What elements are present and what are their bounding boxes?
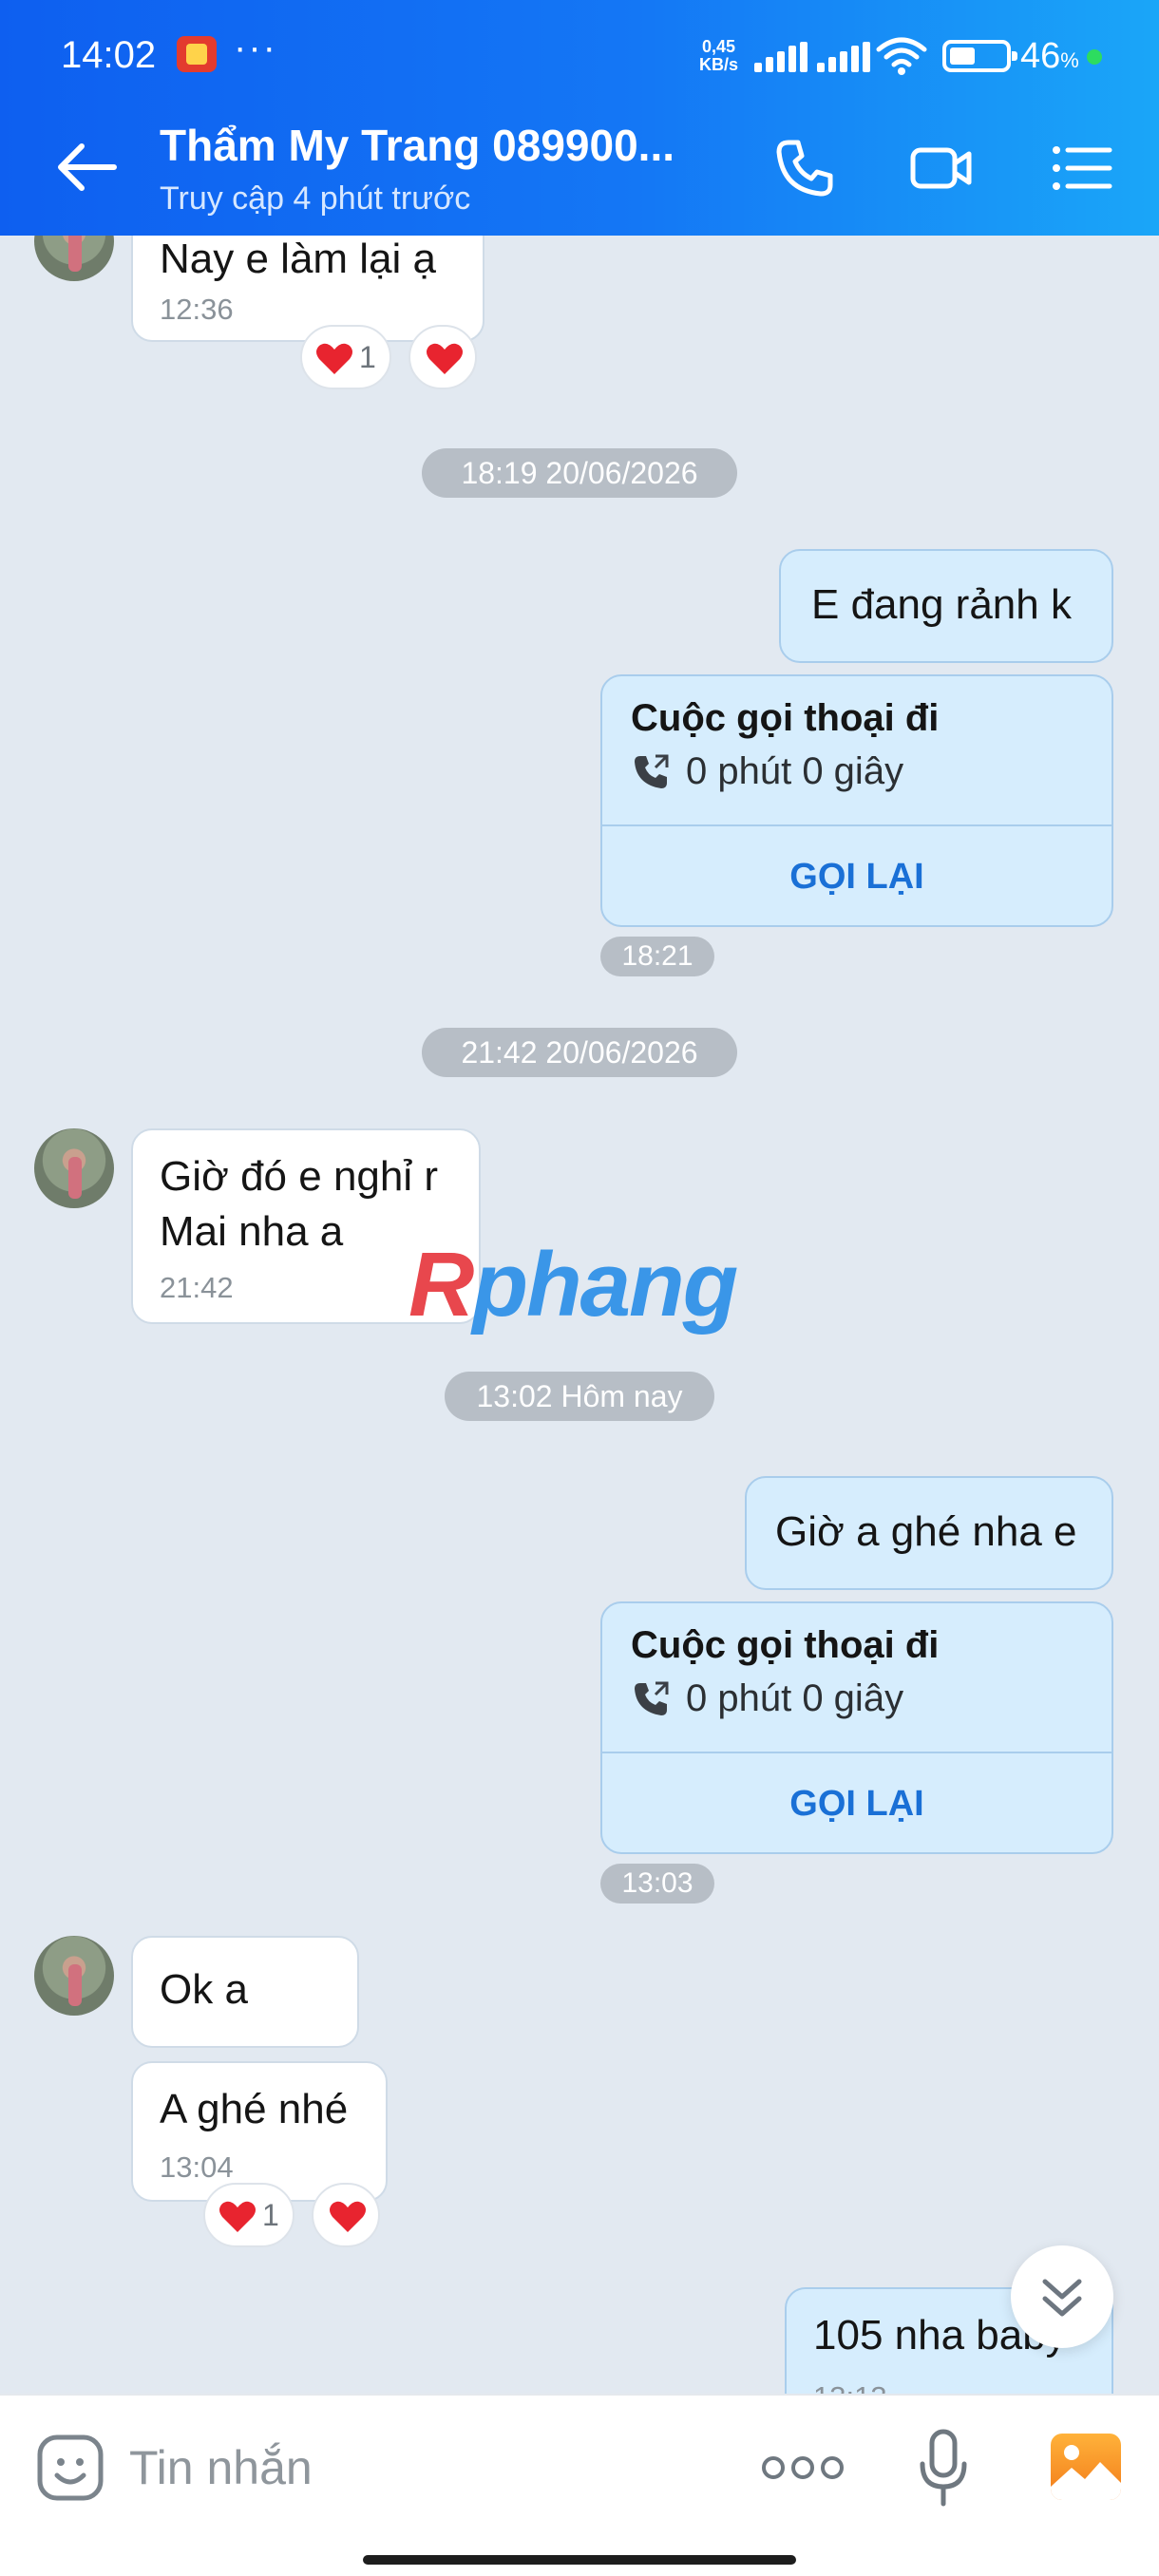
message-time-pill: 18:21 (600, 937, 714, 976)
video-camera-icon[interactable] (908, 135, 975, 201)
emoji-icon[interactable] (36, 2434, 104, 2502)
wifi-icon (876, 37, 927, 75)
battery-icon (942, 40, 1017, 72)
message-time: 21:42 (160, 1271, 234, 1304)
network-speed-value: 0,45 (701, 37, 736, 56)
redial-button[interactable]: GỌI LẠI (602, 1753, 1112, 1852)
battery-fill (950, 47, 975, 65)
avatar[interactable] (34, 236, 114, 281)
message-input[interactable] (129, 2424, 718, 2511)
watermark-logo: Rphang (408, 1234, 738, 1335)
back-arrow-icon[interactable] (53, 137, 120, 198)
status-bar: 14:02 ··· 0,45 KB/s 46% (0, 0, 1159, 99)
message-text: Giờ đó e nghỉ r (160, 1153, 439, 1200)
message-bubble-outgoing[interactable]: E đang rảnh k (779, 549, 1113, 663)
privacy-dot-icon (1087, 49, 1102, 65)
add-reaction-button[interactable] (408, 325, 477, 389)
last-seen-status: Truy cập 4 phút trước (160, 180, 471, 217)
message-time-pill: 13:03 (600, 1864, 714, 1904)
date-separator: 21:42 20/06/2026 (422, 1028, 737, 1077)
avatar[interactable] (34, 1936, 114, 2016)
microphone-icon[interactable] (918, 2428, 969, 2508)
signal-icon-2 (817, 42, 870, 72)
date-separator: 13:02 Hôm nay (445, 1372, 714, 1421)
message-input-bar (0, 2394, 1159, 2576)
call-duration: 0 phút 0 giây (686, 750, 904, 792)
redial-button[interactable]: GỌI LẠI (602, 826, 1112, 925)
reaction-badge[interactable]: 1 (203, 2183, 294, 2247)
message-text: Nay e làm lại ạ (160, 236, 437, 282)
chat-header: Thẩm My Trang 089900... Truy cập 4 phút … (0, 99, 1159, 236)
outgoing-call-icon (635, 1681, 669, 1715)
date-separator: 18:19 20/06/2026 (422, 448, 737, 498)
avatar[interactable] (34, 1128, 114, 1208)
app-notification-icon (177, 36, 217, 72)
add-reaction-button[interactable] (312, 2183, 380, 2247)
battery-percent: 46% (1020, 36, 1079, 76)
message-text: Giờ a ghé nha e (775, 1508, 1077, 1555)
heart-icon (219, 2201, 256, 2232)
double-chevron-down-icon (1042, 2279, 1082, 2317)
contact-name[interactable]: Thẩm My Trang 089900... (160, 120, 674, 171)
outgoing-call-icon (635, 754, 669, 788)
call-duration: 0 phút 0 giây (686, 1677, 904, 1719)
image-gallery-icon[interactable] (1051, 2434, 1121, 2500)
list-menu-icon[interactable] (1049, 135, 1115, 201)
message-time: 12:36 (160, 293, 234, 326)
call-card: Cuộc gọi thoại đi 0 phút 0 giây GỌI LẠI (600, 674, 1113, 927)
message-bubble-outgoing[interactable]: Giờ a ghé nha e (745, 1476, 1113, 1590)
top-bar: 14:02 ··· 0,45 KB/s 46% Thẩm My Trang 08… (0, 0, 1159, 236)
scroll-to-bottom-button[interactable] (1011, 2245, 1113, 2348)
call-title: Cuộc gọi thoại đi (631, 1624, 940, 1666)
signal-icon (754, 42, 808, 72)
chat-area[interactable]: Nay e làm lại ạ 12:36 1 18:19 20/06/2026… (0, 236, 1159, 2394)
reaction-badge[interactable]: 1 (300, 325, 391, 389)
heart-icon (427, 343, 463, 374)
call-title: Cuộc gọi thoại đi (631, 697, 940, 739)
image-gallery-graphic (1051, 2445, 1121, 2500)
phone-icon[interactable] (771, 135, 838, 201)
more-options-icon[interactable] (760, 2451, 846, 2485)
message-bubble-incoming[interactable]: A ghé nhé 13:04 (131, 2061, 388, 2202)
message-text: E đang rảnh k (811, 581, 1072, 628)
message-text: Mai nha a (160, 1208, 344, 1255)
message-text: Ok a (160, 1966, 248, 2013)
network-speed-unit: KB/s (699, 55, 739, 74)
message-time: 13:04 (160, 2150, 234, 2184)
message-text: A ghé nhé (160, 2086, 349, 2132)
more-notifications-icon: ··· (234, 27, 277, 68)
status-time: 14:02 (61, 34, 157, 76)
heart-icon (330, 2201, 366, 2232)
message-time: 13:13 (813, 2380, 887, 2394)
reaction-count: 1 (262, 2198, 279, 2232)
call-card: Cuộc gọi thoại đi 0 phút 0 giây GỌI LẠI (600, 1601, 1113, 1854)
network-speed: 0,45 KB/s (699, 38, 738, 74)
message-bubble-incoming[interactable]: Ok a (131, 1936, 359, 2048)
heart-icon (316, 343, 352, 374)
reaction-count: 1 (359, 340, 376, 374)
home-indicator (363, 2555, 796, 2565)
